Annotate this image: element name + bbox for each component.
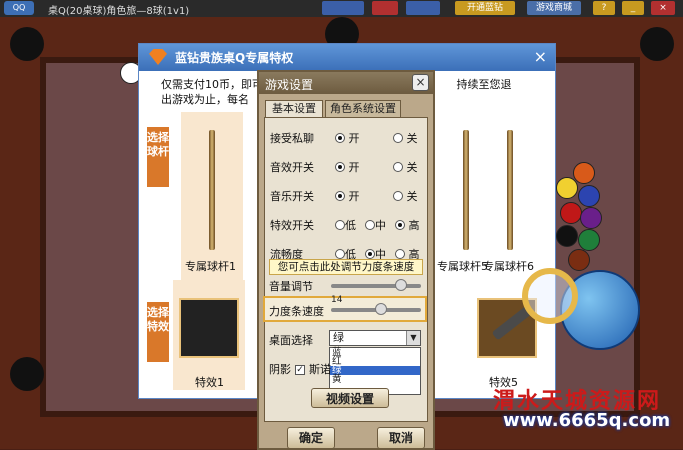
- select-cue-tab[interactable]: 选择球杆: [147, 127, 169, 187]
- pocket-icon: [640, 27, 674, 61]
- radio-high[interactable]: 高: [395, 217, 420, 233]
- cue-icon: [463, 130, 469, 250]
- radio-on[interactable]: 开: [335, 130, 360, 146]
- pocket-icon: [10, 27, 44, 61]
- ball-icon: [578, 229, 600, 251]
- volume-slider[interactable]: [331, 284, 421, 288]
- app-logo-icon: QQ: [4, 1, 34, 15]
- promo-header: 蓝钻贵族桌Q专属特权 ×: [139, 44, 555, 71]
- radio-off[interactable]: 关: [393, 159, 418, 175]
- radio-on[interactable]: 开: [335, 159, 360, 175]
- radio-off[interactable]: 关: [393, 188, 418, 204]
- setting-row-sound: 音效开关: [270, 159, 314, 175]
- dialog-header: 游戏设置 ×: [259, 72, 433, 94]
- window-title: 桌Q(20桌球)角色旅—8球(1v1): [48, 6, 190, 17]
- select-effect-tab[interactable]: 选择特效: [147, 302, 169, 362]
- cancel-button[interactable]: 取消: [377, 427, 425, 449]
- setting-label: 接受私聊: [270, 132, 314, 145]
- diamond-icon: [149, 49, 167, 65]
- minimize-button[interactable]: _: [622, 1, 644, 15]
- help-button[interactable]: ?: [593, 1, 615, 15]
- cue-option-1[interactable]: 专属球杆1: [181, 112, 243, 282]
- shadow-label: 阴影: [269, 363, 291, 376]
- topbar-button-1[interactable]: [322, 1, 364, 15]
- effect-preview-icon: [179, 298, 239, 358]
- cue-icon: [209, 130, 215, 250]
- cue-icon: [507, 130, 513, 250]
- ball-icon: [568, 249, 590, 271]
- radio-off[interactable]: 关: [393, 130, 418, 146]
- cue-label-1: 专属球杆1: [185, 260, 236, 273]
- magnifier-icon: [522, 268, 578, 324]
- dropdown-option[interactable]: 黄: [330, 375, 420, 385]
- window-title-bar: QQ 桌Q(20桌球)角色旅—8球(1v1) 开通蓝钻 游戏商城 ? _ ×: [0, 0, 683, 17]
- setting-label: 音乐开关: [270, 190, 314, 203]
- tab-role-settings[interactable]: 角色系统设置: [325, 100, 401, 117]
- chevron-down-icon[interactable]: ▼: [406, 331, 420, 345]
- dialog-close-button[interactable]: ×: [412, 74, 429, 91]
- power-speed-value: 14: [331, 295, 343, 305]
- dropdown-option[interactable]: 红: [330, 357, 420, 367]
- ok-button[interactable]: 确定: [287, 427, 335, 449]
- power-tooltip: 您可点击此处调节力度条速度: [269, 259, 423, 275]
- ball-icon: [556, 225, 578, 247]
- ball-icon: [560, 202, 582, 224]
- shadow-checkbox[interactable]: ✓: [295, 361, 305, 375]
- dialog-title: 游戏设置: [265, 78, 314, 92]
- promo-intro-line2: 出游戏为止，每名: [161, 93, 249, 106]
- shadow-extra-label: 斯诺: [309, 363, 331, 376]
- setting-row-music: 音乐开关: [270, 188, 314, 204]
- power-speed-handle[interactable]: [375, 303, 387, 315]
- cue-option-5[interactable]: 专属球杆5: [435, 112, 497, 282]
- dropdown-option[interactable]: 蓝: [330, 348, 420, 358]
- promo-intro-tail: 持续至您退: [456, 78, 512, 91]
- game-settings-dialog: 游戏设置 × 基本设置 角色系统设置 接受私聊 开 关 音效开关 开 关 音乐开…: [257, 70, 435, 450]
- volume-label: 音量调节: [269, 280, 313, 293]
- promo-title: 蓝钻贵族桌Q专属特权: [175, 51, 294, 65]
- ball-icon: [578, 185, 600, 207]
- cue-option-6[interactable]: 专属球杆6: [483, 112, 551, 282]
- table-select-label: 桌面选择: [269, 334, 313, 347]
- topbar-button-3[interactable]: [406, 1, 440, 15]
- radio-mid[interactable]: 中: [365, 217, 386, 233]
- radio-on[interactable]: 开: [335, 188, 360, 204]
- cue-label-6: 专属球杆6: [483, 260, 534, 273]
- topbar-button-2[interactable]: [372, 1, 398, 15]
- table-color-value: 绿: [333, 331, 344, 344]
- open-blue-diamond-button[interactable]: 开通蓝钻: [455, 1, 515, 15]
- setting-row-private-chat: 接受私聊: [270, 130, 314, 146]
- dropdown-option-selected[interactable]: 绿: [330, 366, 420, 375]
- close-window-button[interactable]: ×: [651, 1, 675, 15]
- setting-label: 特效开关: [270, 219, 314, 232]
- table-color-select[interactable]: 绿 ▼: [329, 330, 421, 346]
- ball-icon: [556, 177, 578, 199]
- close-icon[interactable]: ×: [534, 47, 547, 66]
- radio-low[interactable]: 低: [335, 217, 356, 233]
- video-settings-button[interactable]: 视频设置: [311, 388, 389, 408]
- promo-intro-line1: 仅需支付10币，即可: [161, 78, 263, 91]
- tab-basic-settings[interactable]: 基本设置: [265, 100, 323, 117]
- volume-slider-handle[interactable]: [395, 279, 407, 291]
- effect-option-1[interactable]: 特效1: [173, 280, 245, 390]
- setting-label: 音效开关: [270, 161, 314, 174]
- cue-label-5: 专属球杆5: [437, 260, 488, 273]
- watermark-url: www.6665q.com: [503, 410, 671, 431]
- ball-icon: [573, 162, 595, 184]
- ball-icon: [580, 207, 602, 229]
- pocket-icon: [10, 357, 44, 391]
- effect-label-1: 特效1: [195, 376, 224, 389]
- setting-row-effects: 特效开关: [270, 217, 314, 233]
- power-speed-label: 力度条速度: [269, 305, 324, 318]
- game-store-button[interactable]: 游戏商城: [527, 1, 581, 15]
